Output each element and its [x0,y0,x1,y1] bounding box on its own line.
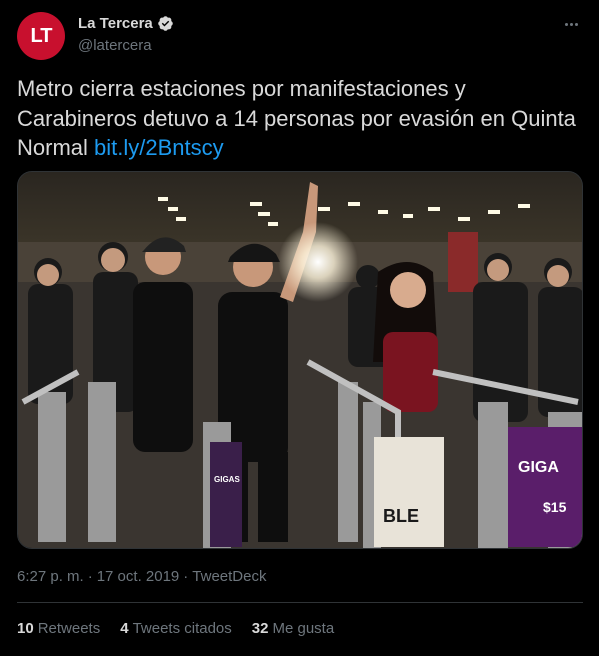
stat-quote-tweets[interactable]: 4 Tweets citados [120,620,232,637]
stat-label: Me gusta [272,620,335,637]
stat-likes[interactable]: 32 Me gusta [252,620,334,637]
stat-label: Retweets [37,620,101,637]
avatar[interactable]: LT [17,12,65,60]
author-name-row: La Tercera [78,15,174,32]
meta-separator: · [183,568,189,585]
ad-text-giga: GIGA [518,459,559,476]
photo-scene: GIGAS GIGA BLE $15 [18,172,582,548]
tweet-time[interactable]: 6:27 p. m. [17,568,84,585]
stat-count: 10 [17,620,34,637]
tweet-source-app[interactable]: TweetDeck [192,568,266,585]
tweet-text: Metro cierra estaciones por manifestacio… [17,74,577,163]
more-options-icon[interactable] [561,14,581,34]
stat-label: Tweets citados [132,620,232,637]
author-handle[interactable]: @latercera [78,37,152,54]
verified-badge-icon [158,16,173,31]
tweet-stats: 10 Retweets 4 Tweets citados 32 Me gusta [17,620,334,637]
stat-count: 32 [251,620,269,637]
tweet-link[interactable]: bit.ly/2Bntscy [94,135,224,160]
stat-retweets[interactable]: 10 Retweets [17,620,100,637]
stat-count: 4 [120,620,129,637]
avatar-initials: LT [30,24,53,47]
meta-separator: · [87,568,93,585]
ad-text-ble: BLE [383,506,419,526]
tweet-photo[interactable]: GIGAS GIGA BLE $15 [17,171,583,549]
ad-text-price: $15 [543,499,567,515]
author-name[interactable]: La Tercera [78,15,153,32]
ad-text-gigas: GIGAS [214,475,240,484]
tweet-date[interactable]: 17 oct. 2019 [97,568,180,585]
tweet-meta: 6:27 p. m. · 17 oct. 2019 · TweetDeck [17,568,266,585]
divider [17,602,583,603]
